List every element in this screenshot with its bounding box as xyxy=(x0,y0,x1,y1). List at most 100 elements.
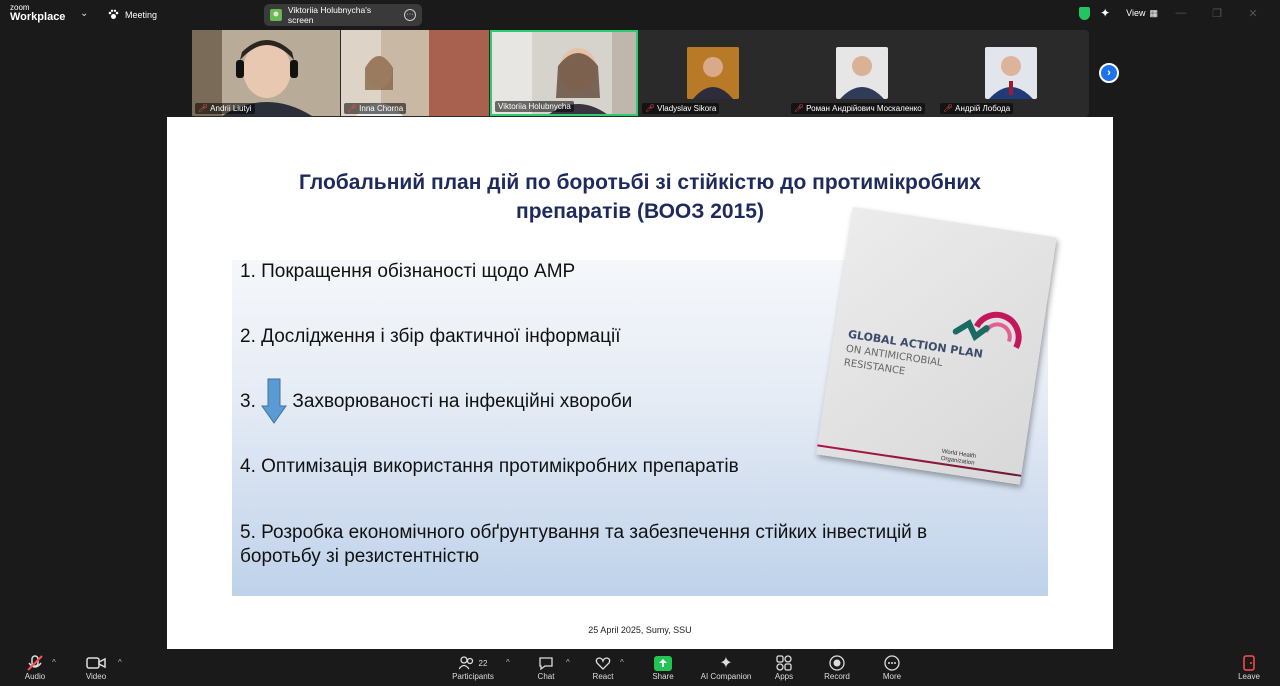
video-options-caret[interactable]: ^ xyxy=(118,658,122,667)
mic-muted-icon: 🎤︎ xyxy=(943,104,954,113)
avatar xyxy=(687,47,739,99)
participants-button[interactable]: 22 Participants xyxy=(443,654,503,681)
participant-name-tag: 🎤︎ Inna Chorna xyxy=(344,103,407,114)
participant-name: Андрій Лобода xyxy=(955,104,1011,113)
participant-name: Роман Андрійович Москаленко xyxy=(806,104,922,113)
paw-icon xyxy=(108,9,119,19)
mic-muted-icon: 🎤︎ xyxy=(794,104,805,113)
slide-item-3-number: 3. xyxy=(240,391,256,412)
share-label: Share xyxy=(652,672,674,681)
slide-item-3: 3. Захворюваності на інфекційні хвороби xyxy=(240,390,632,414)
participant-name-tag: 🎤︎ Andrii Liutyi xyxy=(195,103,255,114)
react-heart-icon xyxy=(595,656,611,670)
next-page-button[interactable]: › xyxy=(1099,63,1119,83)
apps-button[interactable]: Apps xyxy=(754,654,814,681)
slide-item-5-line2: боротьбу зі резистентністю xyxy=(240,546,480,567)
participant-tile[interactable]: 🎤︎ Андрій Лобода xyxy=(937,30,1085,116)
avatar xyxy=(985,47,1037,99)
top-bar: zoom Workplace ⌄ Meeting Viktoriia Holub… xyxy=(0,0,1280,30)
mic-muted-icon: 🎤︎ xyxy=(198,104,209,113)
participants-options-caret[interactable]: ^ xyxy=(506,658,510,667)
meeting-info-button[interactable]: Meeting xyxy=(108,9,157,20)
who-book-cover-image: GLOBAL ACTION PLAN ON ANTIMICROBIAL RESI… xyxy=(816,207,1057,485)
mic-muted-icon: 🎤︎ xyxy=(645,104,656,113)
video-camera-icon xyxy=(86,657,106,669)
participant-tile-active[interactable]: Viktoriia Holubnycha xyxy=(490,30,638,116)
participant-tile[interactable]: 🎤︎ Роман Андрійович Москаленко xyxy=(788,30,936,116)
slide-footer: 25 April 2025, Sumy, SSU xyxy=(588,625,692,635)
react-button[interactable]: React xyxy=(573,654,633,681)
record-button[interactable]: Record xyxy=(807,654,867,681)
slide-item-4: 4. Оптимізація використання протимікробн… xyxy=(240,456,739,477)
leave-button[interactable]: Leave xyxy=(1219,654,1279,681)
minimize-icon[interactable]: — xyxy=(1168,7,1194,19)
apps-icon xyxy=(776,655,792,671)
share-button[interactable]: Share xyxy=(633,654,693,681)
more-label: More xyxy=(882,672,902,681)
share-label: Viktoriia Holubnycha's screen xyxy=(287,5,372,25)
chat-icon xyxy=(539,656,553,670)
participant-tile[interactable]: 🎤︎ Andrii Liutyi xyxy=(192,30,340,116)
audio-options-caret[interactable]: ^ xyxy=(52,658,56,667)
apps-label: Apps xyxy=(774,672,794,681)
participants-icon xyxy=(458,656,473,670)
slide-item-1: 1. Покращення обізнаності щодо АМР xyxy=(240,261,576,282)
video-label: Video xyxy=(85,672,107,681)
more-dots-icon xyxy=(884,655,900,671)
sharer-avatar-icon xyxy=(270,9,282,21)
participant-name: Viktoriia Holubnycha xyxy=(498,102,571,111)
leave-door-icon xyxy=(1243,655,1255,671)
slide-title-line1: Глобальний план дій по боротьбі зі стійк… xyxy=(299,171,981,194)
participant-name-tag: 🎤︎ Роман Андрійович Москаленко xyxy=(791,103,925,114)
video-button[interactable]: Video xyxy=(66,654,126,681)
participant-name-tag: 🎤︎ Андрій Лобода xyxy=(940,103,1014,114)
ai-label: AI Companion xyxy=(700,672,752,681)
mic-muted-icon: 🎤︎ xyxy=(347,104,358,113)
sparkle-icon[interactable]: ✦ xyxy=(1100,6,1110,20)
view-button[interactable]: View ▦ xyxy=(1126,8,1158,19)
slide-item-5: 5. Розробка економічного обґрунтування т… xyxy=(240,521,927,569)
arrow-down-icon xyxy=(261,378,287,424)
mic-muted-icon xyxy=(27,655,43,671)
book-logo-graphic xyxy=(952,311,1022,350)
security-shield-icon[interactable] xyxy=(1079,6,1091,20)
leave-label: Leave xyxy=(1238,672,1260,681)
more-button[interactable]: More xyxy=(862,654,922,681)
participants-label: Participants xyxy=(452,672,494,681)
more-options-icon[interactable]: ··· xyxy=(404,9,416,21)
record-label: Record xyxy=(824,672,850,681)
restore-icon[interactable]: ❐ xyxy=(1204,7,1230,20)
grid-icon: ▦ xyxy=(1149,7,1158,18)
chevron-down-icon[interactable]: ⌄ xyxy=(80,8,88,19)
record-icon xyxy=(829,655,845,671)
participant-name: Inna Chorna xyxy=(359,104,404,113)
audio-label: Audio xyxy=(24,672,46,681)
slide-item-5-line1: 5. Розробка економічного обґрунтування т… xyxy=(240,522,928,543)
meeting-toolbar: Audio ^ Video ^ 22 Participants ^ Chat ^… xyxy=(0,650,1280,686)
screen-share-pill[interactable]: Viktoriia Holubnycha's screen ··· xyxy=(264,4,422,26)
participant-name: Vladyslav Sikora xyxy=(657,104,717,113)
participant-name-tag: Viktoriia Holubnycha xyxy=(495,101,574,112)
share-screen-icon xyxy=(654,655,672,671)
participants-count: 22 xyxy=(478,658,488,668)
slide-item-2: 2. Дослідження і збір фактичної інформац… xyxy=(240,326,621,347)
chat-options-caret[interactable]: ^ xyxy=(566,658,570,667)
avatar xyxy=(836,47,888,99)
top-right-controls: ✦ View ▦ — ❐ ✕ xyxy=(1079,6,1280,20)
ai-companion-button[interactable]: ✦ AI Companion xyxy=(696,654,756,681)
audio-button[interactable]: Audio xyxy=(5,654,65,681)
shared-slide: Глобальний план дій по боротьбі зі стійк… xyxy=(167,117,1113,649)
react-options-caret[interactable]: ^ xyxy=(620,658,624,667)
close-icon[interactable]: ✕ xyxy=(1240,7,1266,20)
slide-title: Глобальний план дій по боротьбі зі стійк… xyxy=(227,168,1053,226)
participant-tile[interactable]: 🎤︎ Vladyslav Sikora xyxy=(639,30,787,116)
ai-sparkle-icon: ✦ xyxy=(719,655,733,672)
slide-item-3-text: Захворюваності на інфекційні хвороби xyxy=(292,391,633,412)
participant-strip: 🎤︎ Andrii Liutyi 🎤︎ Inna Chorna Viktoriia … xyxy=(192,30,1089,117)
chat-label: Chat xyxy=(537,672,555,681)
participant-tile[interactable]: 🎤︎ Inna Chorna xyxy=(341,30,489,116)
meeting-label: Meeting xyxy=(125,9,158,20)
view-label: View xyxy=(1126,8,1146,18)
logo-line2: Workplace xyxy=(10,11,66,23)
participant-name: Andrii Liutyi xyxy=(210,104,252,113)
